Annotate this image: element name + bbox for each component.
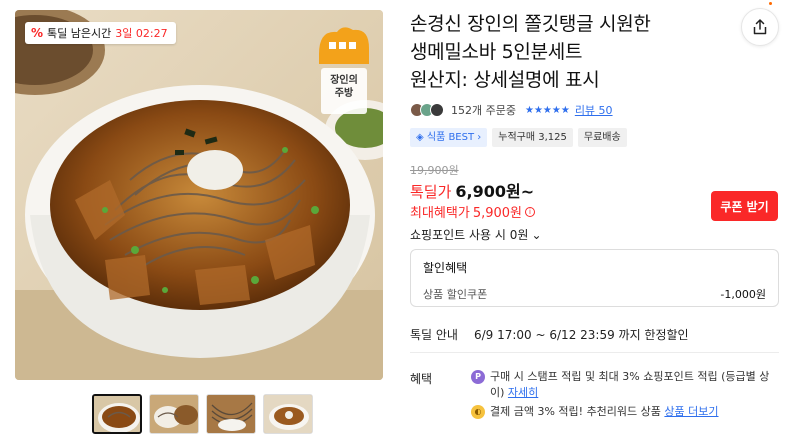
discount-item-amount: -1,000원 [720,288,766,301]
benefit-text: 결제 금액 3% 적립! 추천리워드 상품 상품 더보기 [490,404,719,420]
avatar [430,103,444,117]
benefit-item-reward: ◐ 결제 금액 3% 적립! 추천리워드 상품 상품 더보기 [471,404,781,420]
timer-remaining: 3일 02:27 [115,27,168,40]
thumbnail-3[interactable] [206,394,256,434]
discount-header: 할인혜택 [423,261,468,275]
discount-benefit-box: 할인혜택 상품 할인쿠폰 -1,000원 [410,249,779,307]
tag-row: ◈ 식품 BEST › 누적구매 3,125 무료배송 [410,128,627,147]
deal-price-label: 톡딜가 [410,183,452,201]
deal-info-label: 톡딜 안내 [410,328,458,342]
order-count: 152개 주문중 [451,104,516,117]
thumbnail-1[interactable] [92,394,142,434]
tag-free-shipping: 무료배송 [577,128,627,147]
share-notification-dot [769,2,772,5]
benefit-reward-text: 결제 금액 3% 적립! 추천리워드 상품 [490,405,665,418]
info-icon[interactable]: i [525,206,535,217]
deal-timer-badge: % 톡딜 남은시간 3일 02:27 [25,22,176,44]
buyer-avatars [410,103,444,117]
original-price: 19,900원 [410,164,459,177]
benefit-item-points: P 구매 시 스탬프 적립 및 최대 3% 쇼핑포인트 적립 (등급별 상이) … [471,369,781,401]
benefit-detail-link[interactable]: 자세히 [508,386,538,399]
share-button[interactable] [741,8,779,46]
more-products-link[interactable]: 상품 더보기 [664,405,718,418]
star-rating-icon: ★★★★★ [524,104,570,116]
brand-logo-jangin-kitchen [319,27,369,114]
thumbnail-2[interactable] [149,394,199,434]
discount-percent-icon: % [31,26,44,40]
review-link[interactable]: 리뷰 50 [575,102,613,118]
chevron-down-icon: ⌄ [531,227,542,242]
benefit-list: P 구매 시 스탬프 적립 및 최대 3% 쇼핑포인트 적립 (등급별 상이) … [471,369,781,423]
thumbnail-strip [92,394,313,434]
brand-logo-line2: 주방 [334,88,354,99]
share-icon [753,19,767,35]
coupon-button[interactable]: 쿠폰 받기 [711,191,778,221]
max-benefit-label: 최대혜택가 [410,206,470,221]
brand-logo-text: 장인의 주방 [321,74,367,100]
points-usage-toggle[interactable]: 쇼핑포인트 사용 시 0원 ⌄ [410,226,542,243]
brand-logo-line1: 장인의 [330,75,358,86]
discount-line: 상품 할인쿠폰 -1,000원 [423,286,766,302]
max-benefit-row: 최대혜택가 5,900원 i [410,202,535,221]
deal-price-row: 톡딜가 6,900원~ [410,178,534,202]
tag-food-best[interactable]: ◈ 식품 BEST › [410,128,488,147]
deal-info-text: 6/9 17:00 ~ 6/12 23:59 까지 한정할인 [473,328,689,342]
point-icon: P [471,370,485,384]
timer-label: 톡딜 남은시간 [47,27,112,40]
product-title: 손경신 장인의 쫄깃탱글 시원한 생메밀소바 5인분세트 원산지: 상세설명에 … [410,13,651,91]
tag-cumulative-purchases: 누적구매 3,125 [492,128,573,147]
points-usage-text: 쇼핑포인트 사용 시 0원 [410,228,529,242]
main-product-image[interactable]: % 톡딜 남은시간 3일 02:27 장인의 주방 [15,10,383,380]
discount-item-label: 상품 할인쿠폰 [423,288,488,301]
benefit-label: 혜택 [410,372,433,386]
deal-price: 6,900원~ [455,182,535,201]
reward-coin-icon: ◐ [471,405,485,419]
divider [410,352,779,353]
benefit-text: 구매 시 스탬프 적립 및 최대 3% 쇼핑포인트 적립 (등급별 상이) 자세… [490,369,781,401]
deal-info-row: 톡딜 안내 6/9 17:00 ~ 6/12 23:59 까지 한정할인 [410,326,689,343]
thumbnail-4[interactable] [263,394,313,434]
max-benefit-price: 5,900원 [472,206,522,221]
rating-row: 152개 주문중 ★★★★★ 리뷰 50 [410,101,613,119]
